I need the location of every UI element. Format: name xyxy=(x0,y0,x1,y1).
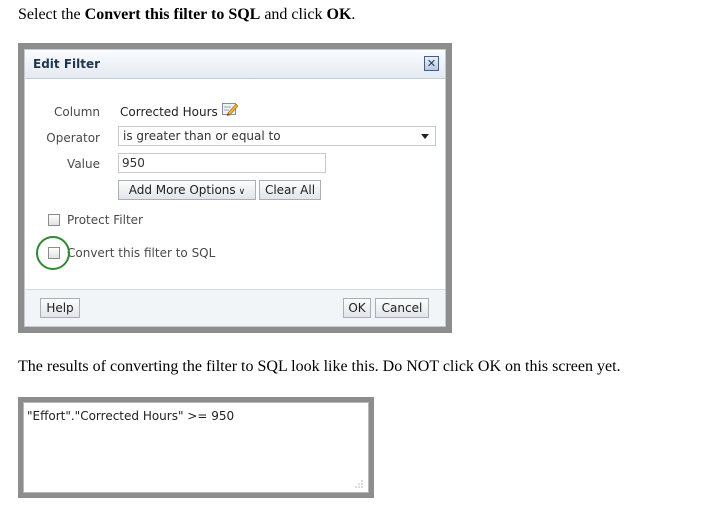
operator-label: Operator xyxy=(46,131,100,145)
instruction-middle: and click xyxy=(260,6,327,23)
chevron-down-icon xyxy=(421,134,429,139)
protect-filter-label: Protect Filter xyxy=(67,213,143,227)
edit-filter-dialog: Edit Filter ✕ Column Corrected Hours Ope… xyxy=(24,49,446,327)
column-label: Column xyxy=(54,105,100,119)
instruction-bold-ok: OK xyxy=(326,6,352,23)
resize-grip-icon[interactable] xyxy=(354,479,364,489)
instruction-text: Select the Convert this filter to SQL an… xyxy=(18,6,355,24)
value-label: Value xyxy=(67,157,100,171)
operator-select[interactable]: is greater than or equal to xyxy=(118,126,436,146)
column-value: Corrected Hours xyxy=(120,105,218,119)
add-more-options-label: Add More Options xyxy=(128,183,236,197)
sql-expression-text: "Effort"."Corrected Hours" >= 950 xyxy=(27,409,235,423)
pencil-edit-icon[interactable] xyxy=(222,102,238,116)
instruction-bold-option: Convert this filter to SQL xyxy=(84,6,261,23)
dialog-footer: Help OK Cancel xyxy=(25,289,445,326)
instruction-prefix: Select the xyxy=(18,6,85,23)
ok-button[interactable]: OK xyxy=(343,298,371,318)
clear-all-button[interactable]: Clear All xyxy=(259,180,321,200)
sql-screenshot-frame: "Effort"."Corrected Hours" >= 950 xyxy=(18,397,374,498)
add-more-options-button[interactable]: Add More Options ∨ xyxy=(118,180,256,200)
dialog-titlebar: Edit Filter ✕ xyxy=(25,50,445,79)
dialog-screenshot-frame: Edit Filter ✕ Column Corrected Hours Ope… xyxy=(18,43,452,333)
cancel-button[interactable]: Cancel xyxy=(375,298,429,318)
value-input-text: 950 xyxy=(122,156,145,170)
instruction-suffix: . xyxy=(351,6,356,23)
help-button[interactable]: Help xyxy=(40,298,80,318)
dialog-title: Edit Filter xyxy=(33,57,101,71)
value-input[interactable]: 950 xyxy=(118,153,326,173)
highlight-circle-annotation xyxy=(36,236,70,270)
protect-filter-checkbox[interactable] xyxy=(48,214,60,226)
results-instruction-text: The results of converting the filter to … xyxy=(18,358,621,375)
convert-to-sql-label: Convert this filter to SQL xyxy=(67,246,216,260)
sql-textarea[interactable]: "Effort"."Corrected Hours" >= 950 xyxy=(23,402,369,493)
close-icon[interactable]: ✕ xyxy=(424,56,439,71)
operator-selected-value: is greater than or equal to xyxy=(123,129,281,143)
chevron-down-icon: ∨ xyxy=(238,187,246,197)
